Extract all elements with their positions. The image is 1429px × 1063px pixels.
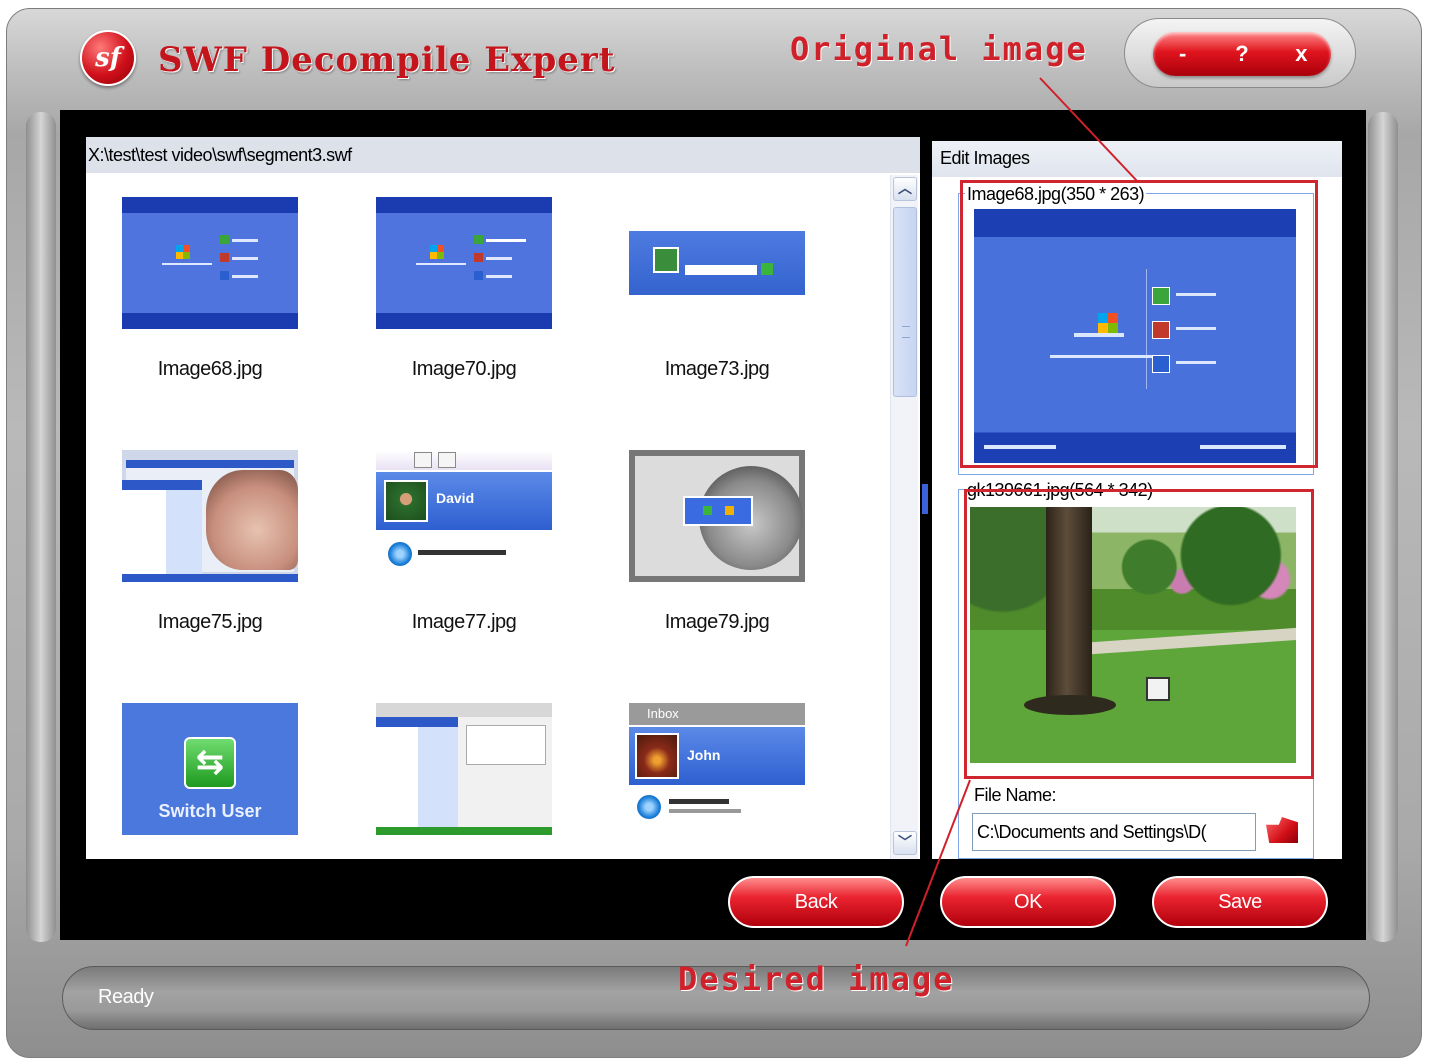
app-logo-icon: sf — [80, 30, 136, 86]
right-frame-rail — [1368, 112, 1398, 942]
scroll-down-icon[interactable]: ﹀ — [893, 831, 917, 855]
edit-panel-title: Edit Images — [932, 141, 1342, 177]
scroll-up-icon[interactable]: ︿ — [893, 177, 917, 201]
user-david-thumbnail[interactable]: David — [376, 450, 552, 582]
thumbnail-label: Image75.jpg — [157, 611, 263, 633]
left-frame-rail — [26, 112, 56, 942]
minimize-button[interactable]: - — [1163, 41, 1203, 67]
internet-explorer-icon — [388, 542, 412, 566]
thumbnail-item[interactable]: Image68.jpg — [102, 173, 302, 403]
file-name-field[interactable]: C:\Documents and Settings\D( — [972, 813, 1256, 851]
switch-user-caption: Switch User — [158, 801, 262, 821]
thumbnail-label: Image77.jpg — [411, 611, 517, 633]
xp-welcome-thumbnail[interactable] — [376, 197, 552, 329]
thumbnail-grid: Image68.jpg Image70.jpg Image73.jpg Imag… — [86, 173, 886, 859]
back-button[interactable]: Back — [728, 876, 904, 928]
internet-explorer-icon — [637, 795, 661, 819]
dialog-box-icon — [683, 496, 753, 526]
thumbnail-item[interactable]: Inbox John — [609, 679, 809, 859]
go-arrow-icon — [761, 263, 773, 275]
file-path-bar: X:\test\test video\swf\segment3.swf — [86, 137, 920, 173]
switch-user-icon: ⇆ — [184, 737, 236, 789]
thumbnail-label: Image68.jpg — [157, 358, 263, 380]
thumbnail-label: Image79.jpg — [664, 611, 770, 633]
user-avatar-icon — [384, 480, 428, 522]
close-button[interactable]: x — [1281, 41, 1321, 67]
baby-face-image — [206, 470, 298, 570]
file-name-label: File Name: — [974, 785, 1057, 805]
grayscale-dialog-thumbnail[interactable] — [629, 450, 805, 582]
desired-image-highlight — [964, 489, 1314, 779]
thumb-user-name: David — [436, 490, 475, 506]
thumbnail-item[interactable]: Image75.jpg — [102, 426, 302, 656]
user-avatar-icon — [635, 733, 679, 779]
app-title: SWF Decompile Expert — [158, 40, 616, 80]
scrollbar-thumb[interactable] — [893, 207, 917, 397]
thumbnail-item[interactable] — [356, 679, 556, 859]
ok-button[interactable]: OK — [940, 876, 1116, 928]
thumbnail-item[interactable]: ⇆ Switch User — [102, 679, 302, 859]
save-button[interactable]: Save — [1152, 876, 1328, 928]
switch-user-thumbnail[interactable]: ⇆ Switch User — [122, 703, 298, 835]
desktop-startmenu-thumbnail[interactable] — [122, 450, 298, 582]
thumbnail-item[interactable]: Image70.jpg — [356, 173, 556, 403]
thumbnail-item[interactable]: David Image77.jpg — [356, 426, 556, 656]
inbox-header: Inbox — [629, 703, 805, 725]
thumbnail-item[interactable]: Image73.jpg — [609, 173, 809, 403]
explorer-thumbnail[interactable] — [376, 703, 552, 835]
thumbnail-item[interactable]: Image79.jpg — [609, 426, 809, 656]
thumbnail-label: Image73.jpg — [664, 358, 770, 380]
help-button[interactable]: ? — [1222, 41, 1262, 67]
xp-welcome-thumbnail[interactable] — [122, 197, 298, 329]
window-controls: - ? x — [1124, 18, 1356, 88]
window-controls-pill: - ? x — [1153, 32, 1331, 76]
image-browser: X:\test\test video\swf\segment3.swf Imag… — [86, 137, 920, 859]
windows-flag-icon — [430, 245, 444, 259]
windows-flag-icon — [176, 245, 190, 259]
original-image-annotation: Original image — [790, 30, 1088, 68]
original-image-highlight — [960, 180, 1318, 468]
thumb-user-name: John — [687, 747, 721, 763]
xp-login-thumbnail[interactable] — [629, 197, 805, 329]
splitter-handle-icon[interactable] — [922, 484, 928, 514]
password-field-icon — [685, 265, 757, 275]
inbox-john-thumbnail[interactable]: Inbox John — [629, 703, 805, 835]
thumbnail-scrollbar[interactable]: ︿ ﹀ — [890, 175, 918, 859]
desired-image-annotation: Desired image — [678, 960, 955, 998]
title-bar: sf SWF Decompile Expert - ? x — [0, 0, 1429, 112]
user-avatar-icon — [653, 247, 679, 273]
thumbnail-label: Image70.jpg — [411, 358, 517, 380]
status-text: Ready — [98, 986, 154, 1008]
